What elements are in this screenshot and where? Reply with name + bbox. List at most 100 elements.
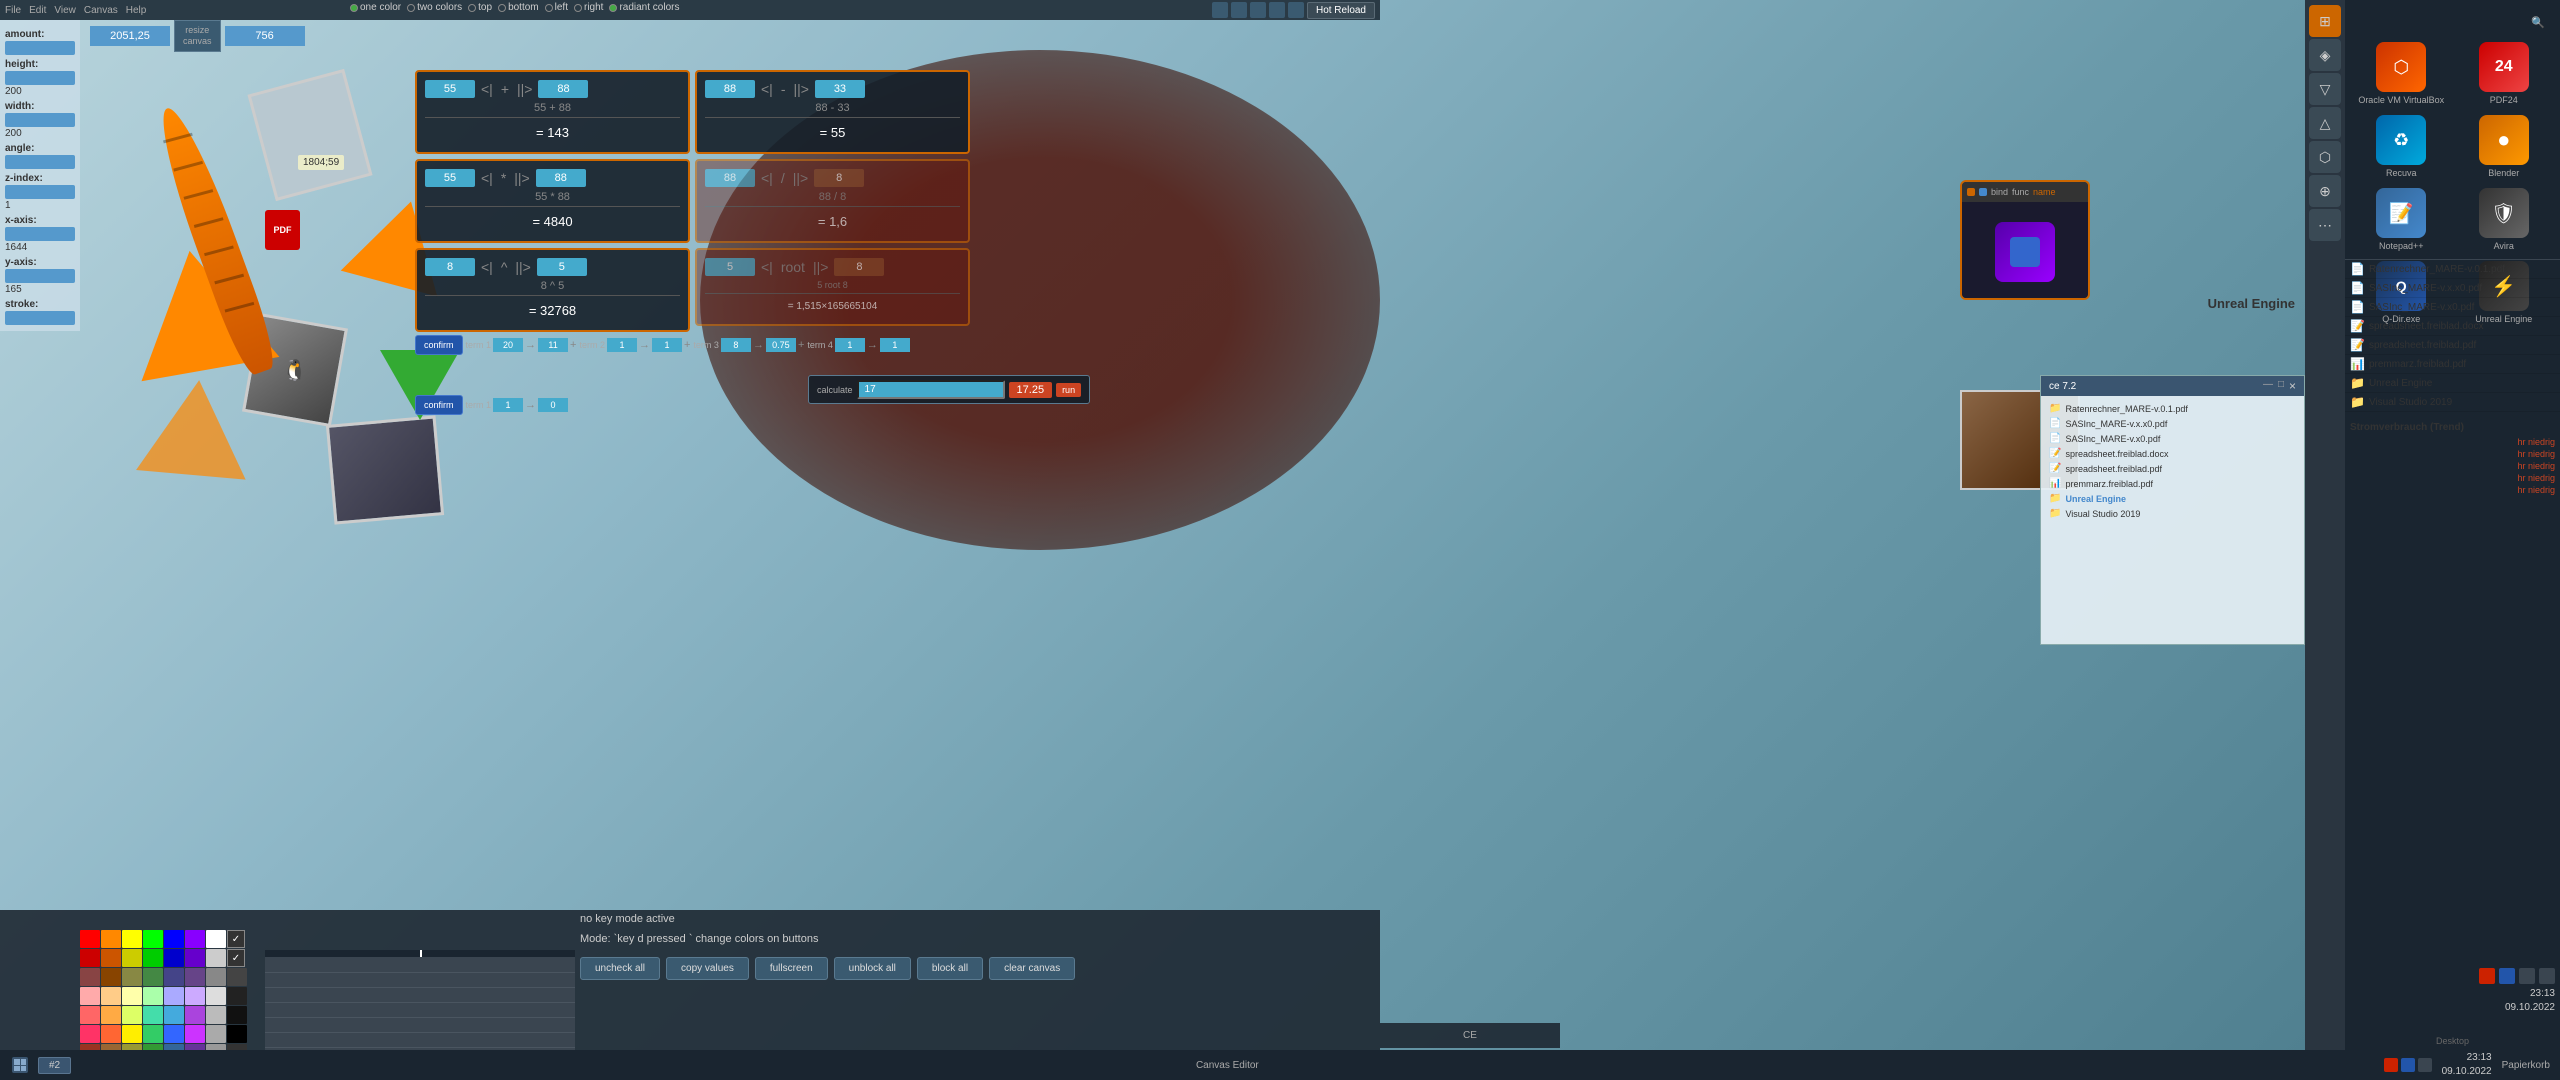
app-pdf24[interactable]: 24 PDF24 [2458,42,2551,105]
popup-row-1[interactable]: 📄 SASInc_MARE-v.x.x0.pdf [2046,416,2299,431]
sidebar-icon-5[interactable]: ⬡ [2309,141,2341,173]
color-peach[interactable] [101,987,121,1005]
color-brown[interactable] [101,968,121,986]
timeline-handle[interactable] [420,950,422,957]
add-input-a[interactable] [425,80,475,98]
color-gold[interactable] [122,1025,142,1043]
radio-radiant[interactable]: radiant colors [609,2,679,13]
stroke-slider[interactable] [5,311,75,325]
color-navy[interactable] [164,968,184,986]
sidebar-icon-6[interactable]: ⊕ [2309,175,2341,207]
color-blue[interactable] [164,930,184,948]
root-input-a[interactable] [705,258,755,276]
toolbar-help[interactable]: Help [126,5,147,16]
tray-icon-4[interactable] [2539,968,2555,984]
color-lightpink[interactable] [80,987,100,1005]
file-item-6[interactable]: 📁 Unreal Engine [2345,374,2560,393]
icon-btn-1[interactable] [1212,2,1228,18]
sidebar-icon-4[interactable]: △ [2309,107,2341,139]
color-darkgrey[interactable] [227,968,247,986]
color-white[interactable] [206,930,226,948]
color-silver[interactable] [206,1006,226,1024]
block-all-button[interactable]: block all [917,957,983,980]
file-item-2[interactable]: 📄 SASInc_MARE-v.x0.pdf [2345,298,2560,317]
color-lavender[interactable] [185,987,205,1005]
color-vermillion[interactable] [101,1025,121,1043]
div-input-a[interactable] [705,169,755,187]
root-input-b[interactable] [834,258,884,276]
color-pure-black[interactable] [227,1025,247,1043]
tray-icon-1[interactable] [2479,968,2495,984]
color-rose[interactable] [80,1025,100,1043]
toolbar-canvas[interactable]: Canvas [84,5,118,16]
term2-input-b[interactable] [652,338,682,352]
sidebar-icon-1[interactable]: ⊞ [2309,5,2341,37]
color-darkblue[interactable] [164,949,184,967]
popup-maximize-button[interactable]: □ [2278,379,2284,393]
icon-btn-4[interactable] [1269,2,1285,18]
popup-row-6[interactable]: 📁 Unreal Engine [2046,491,2299,506]
color-midgrey[interactable] [206,968,226,986]
canvas-size-input[interactable] [225,26,305,46]
height-slider[interactable] [5,71,75,85]
calc-execute-button[interactable]: run [1056,383,1081,397]
popup-row-5[interactable]: 📊 premmarz.freiblad.pdf [2046,476,2299,491]
color-coral[interactable] [80,1006,100,1024]
term2-confirm-button[interactable]: confirm [415,395,463,415]
color-orange[interactable] [101,930,121,948]
zindex-slider[interactable] [5,185,75,199]
angle-slider[interactable] [5,155,75,169]
color-purple[interactable] [185,930,205,948]
systray-icon-2[interactable] [2401,1058,2415,1072]
xaxis-slider[interactable] [5,227,75,241]
toolbar-file[interactable]: File [5,5,21,16]
file-item-5[interactable]: 📊 premmarz.freiblad.pdf [2345,355,2560,374]
icon-btn-2[interactable] [1231,2,1247,18]
pdf-floating-icon[interactable]: PDF [265,210,300,250]
radio-bottom[interactable]: bottom [498,2,539,13]
palette-checkbox-2[interactable]: ✓ [227,949,245,967]
file-item-3[interactable]: 📝 spreadsheet.freiblad.docx [2345,317,2560,336]
term2-input-a[interactable] [607,338,637,352]
color-grey[interactable] [206,949,226,967]
file-item-4[interactable]: 📝 spreadsheet.freiblad.pdf [2345,336,2560,355]
clear-canvas-button[interactable]: clear canvas [989,957,1075,980]
color-moss[interactable] [143,968,163,986]
radio-two-colors[interactable]: two colors [407,2,462,13]
uncheck-all-button[interactable]: uncheck all [580,957,660,980]
color-emerald[interactable] [143,1025,163,1043]
systray-icon-1[interactable] [2384,1058,2398,1072]
color-darkyellow[interactable] [122,949,142,967]
radio-left[interactable]: left [545,2,568,13]
color-darkpurple[interactable] [185,949,205,967]
radio-right[interactable]: right [574,2,603,13]
palette-checkbox-1[interactable]: ✓ [227,930,245,948]
color-violet[interactable] [185,1006,205,1024]
color-sky[interactable] [164,1006,184,1024]
app-avira[interactable]: 🛡 Avira [2458,188,2551,251]
color-darkred[interactable] [80,949,100,967]
color-red[interactable] [80,930,100,948]
sidebar-icon-2[interactable]: ◈ [2309,39,2341,71]
term4-input-a[interactable] [835,338,865,352]
color-black[interactable] [227,1006,247,1024]
div-input-b[interactable] [814,169,864,187]
app-notepad[interactable]: 📝 Notepad++ [2355,188,2448,251]
mul-input-a[interactable] [425,169,475,187]
color-lightgrey[interactable] [206,987,226,1005]
color-medium-grey[interactable] [206,1025,226,1043]
icon-btn-5[interactable] [1288,2,1304,18]
systray-icon-3[interactable] [2418,1058,2432,1072]
node-screenshot-widget[interactable]: bind func name [1960,180,2090,300]
term4-input-b[interactable] [880,338,910,352]
term3-input-b[interactable] [766,338,796,352]
term1b-input-b[interactable] [538,398,568,412]
pow-input-b[interactable] [537,258,587,276]
color-darkorange[interactable] [101,949,121,967]
add-input-b[interactable] [538,80,588,98]
taskbar-item-2[interactable]: #2 [38,1057,71,1074]
result-input[interactable] [857,380,1005,399]
pow-input-a[interactable] [425,258,475,276]
sidebar-icon-7[interactable]: ⋯ [2309,209,2341,241]
resize-canvas-button[interactable]: resize canvas [174,20,221,52]
